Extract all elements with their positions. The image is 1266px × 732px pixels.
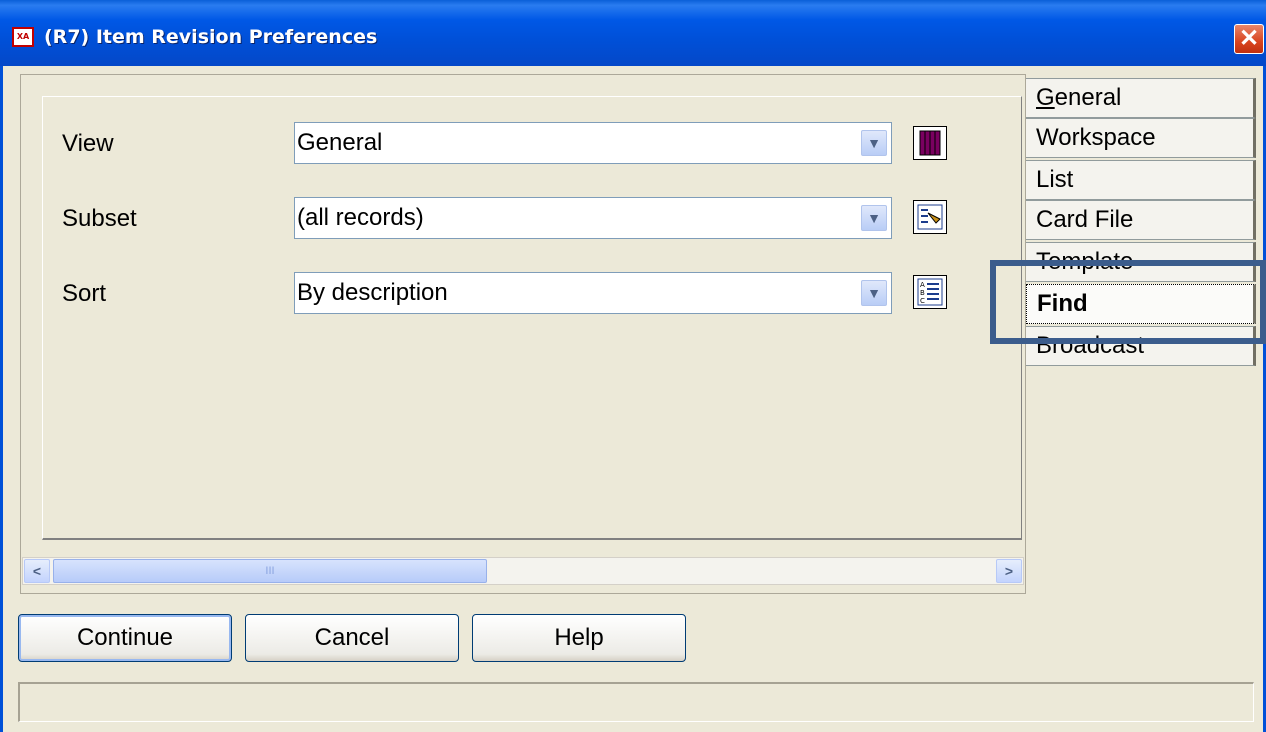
tab-label: Card File: [1036, 206, 1134, 233]
tab-general[interactable]: General: [1026, 78, 1256, 118]
help-button[interactable]: Help: [472, 614, 686, 662]
horizontal-scrollbar[interactable]: < III >: [22, 557, 1024, 585]
chevron-down-icon[interactable]: ▼: [861, 205, 887, 231]
sort-select[interactable]: By description ▼: [294, 272, 892, 314]
tab-label: Workspace: [1036, 124, 1156, 151]
tab-card-file[interactable]: Card File: [1026, 200, 1256, 240]
scroll-right-icon[interactable]: >: [996, 559, 1022, 583]
tab-label: General: [1036, 84, 1122, 111]
chevron-down-icon[interactable]: ▼: [861, 280, 887, 306]
cancel-button[interactable]: Cancel: [245, 614, 459, 662]
close-button[interactable]: ✕: [1234, 24, 1264, 54]
tab-label: List: [1036, 166, 1074, 193]
view-label: View: [62, 130, 114, 157]
chevron-down-icon[interactable]: ▼: [861, 130, 887, 156]
svg-text:B: B: [920, 289, 925, 297]
scroll-left-icon[interactable]: <: [24, 559, 50, 583]
highlight-annotation: [990, 260, 1266, 344]
app-icon: XA: [12, 27, 34, 47]
sort-abc-icon[interactable]: A B C: [913, 275, 947, 309]
subset-select-value: (all records): [297, 204, 424, 231]
title-bar[interactable]: XA (R7) Item Revision Preferences ✕: [0, 0, 1266, 66]
sort-label: Sort: [62, 280, 107, 307]
view-columns-icon[interactable]: [913, 126, 947, 160]
status-bar: [18, 682, 1254, 722]
svg-text:A: A: [920, 281, 925, 289]
view-select[interactable]: General ▼: [294, 122, 892, 164]
svg-text:C: C: [920, 297, 925, 305]
subset-label: Subset: [62, 205, 137, 232]
tab-list[interactable]: List: [1026, 160, 1256, 200]
tab-workspace[interactable]: Workspace: [1026, 118, 1256, 158]
continue-button[interactable]: Continue: [18, 614, 232, 662]
subset-filter-icon[interactable]: [913, 200, 947, 234]
window-title: (R7) Item Revision Preferences: [44, 26, 378, 48]
scroll-thumb[interactable]: III: [53, 559, 487, 583]
sort-select-value: By description: [297, 279, 448, 306]
subset-select[interactable]: (all records) ▼: [294, 197, 892, 239]
view-select-value: General: [297, 129, 383, 156]
